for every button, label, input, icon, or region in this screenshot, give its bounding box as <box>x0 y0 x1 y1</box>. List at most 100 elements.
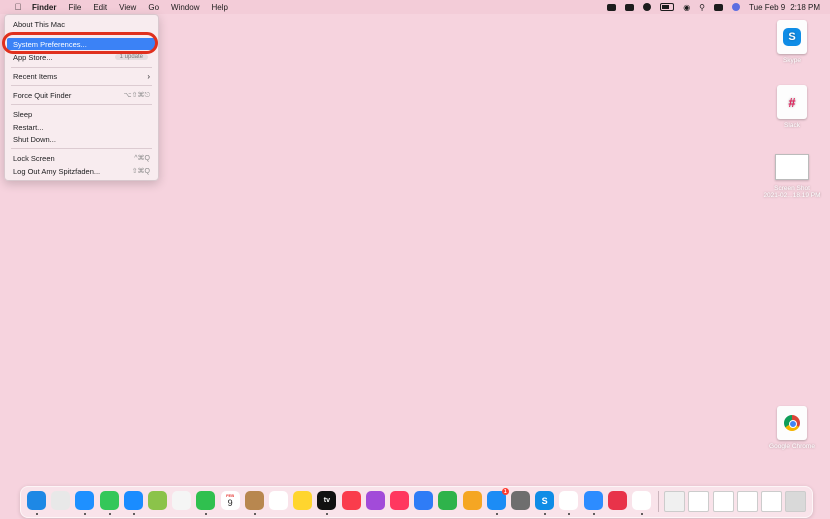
status-area: ◉ ⚲ Tue Feb 9 2:18 PM <box>598 0 820 14</box>
keynote-icon[interactable] <box>414 491 434 510</box>
menu-item-about-this-mac[interactable]: About This Mac <box>7 18 156 30</box>
menu-item-restart[interactable]: Restart... <box>7 121 156 133</box>
running-indicator <box>253 513 256 515</box>
launchpad-icon[interactable] <box>51 491 71 510</box>
pages-icon[interactable] <box>462 491 482 510</box>
annotation-highlight-ring <box>2 32 158 54</box>
photos-icon[interactable] <box>172 491 192 510</box>
shortcut-label: ⇧⌘Q <box>131 168 150 175</box>
appstore-icon[interactable]: 1 <box>486 488 509 510</box>
menu-window[interactable]: Window <box>171 3 199 12</box>
dock: FEB 9 tv 1 S <box>20 486 813 518</box>
chevron-right-icon: › <box>147 71 150 81</box>
running-indicator <box>544 513 547 515</box>
news-icon[interactable] <box>390 491 409 510</box>
maps-icon[interactable] <box>148 491 167 510</box>
menu-finder[interactable]: Finder <box>32 3 56 12</box>
menu-item-force-quit[interactable]: Force Quit Finder ⌥⇧⌘⎋ <box>7 89 156 101</box>
running-indicator <box>641 513 643 515</box>
numbers-icon[interactable] <box>438 491 458 510</box>
running-indicator <box>132 513 135 515</box>
system-preferences-icon[interactable] <box>511 491 530 510</box>
siri-icon[interactable] <box>732 3 741 11</box>
running-indicator <box>36 513 38 515</box>
menu-item-label: Log Out Amy Spitzfaden... <box>13 166 101 176</box>
battery-icon[interactable] <box>660 3 675 11</box>
downloads-icon[interactable] <box>664 491 686 512</box>
dock-divider <box>658 491 660 512</box>
menu-item-label: Recent Items <box>13 71 58 81</box>
skype-icon[interactable]: S <box>535 491 555 510</box>
desktop-icon-chrome[interactable]: Google Chrome <box>757 406 827 450</box>
appletv-label: tv <box>323 497 330 504</box>
calendar-day: 9 <box>227 498 233 508</box>
chrome-icon[interactable] <box>632 491 651 510</box>
mail-icon[interactable] <box>123 491 143 510</box>
slack-icon[interactable] <box>559 491 579 510</box>
menu-file[interactable]: File <box>68 3 81 12</box>
wifi-icon[interactable]: ◉ <box>683 3 690 12</box>
menu-item-sleep[interactable]: Sleep <box>7 108 156 120</box>
desktop-icon-skype[interactable]: S Skype <box>757 20 827 64</box>
facetime-icon[interactable] <box>196 491 216 510</box>
zoom-icon[interactable] <box>583 491 603 510</box>
running-indicator <box>108 513 111 515</box>
clock-date[interactable]: Tue Feb 9 <box>749 3 785 12</box>
menu-separator <box>11 67 152 68</box>
chrome-icon <box>777 406 807 440</box>
desktop-icon-label: Slack <box>784 122 800 129</box>
pen-icon[interactable] <box>625 3 635 11</box>
menu-item-label: About This Mac <box>13 19 65 29</box>
appletv-icon[interactable]: tv <box>317 491 337 510</box>
shortcut-label: ^⌘Q <box>134 155 150 162</box>
desktop-icon-label-line2: 2021-02...18.19 PM <box>763 192 821 199</box>
slack-icon: # <box>777 85 807 119</box>
shortcut-label: ⌥⇧⌘⎋ <box>123 91 150 99</box>
running-indicator <box>495 513 498 515</box>
menu-item-shut-down[interactable]: Shut Down... <box>7 133 156 145</box>
menu-edit[interactable]: Edit <box>93 3 107 12</box>
menu-go[interactable]: Go <box>148 3 159 12</box>
doc-thumb-icon[interactable] <box>712 491 734 512</box>
airmail-icon[interactable] <box>607 491 627 510</box>
desktop-icon-slack[interactable]: # Slack <box>757 85 827 129</box>
menu-item-label: Sleep <box>13 109 33 119</box>
doc-thumb-icon[interactable] <box>736 491 758 512</box>
running-indicator <box>568 513 571 515</box>
checkbox-icon[interactable] <box>643 3 652 11</box>
menu-item-label: Shut Down... <box>13 134 56 144</box>
finder-icon[interactable] <box>27 491 46 510</box>
apple-logo-icon[interactable]:  <box>12 2 24 12</box>
reminders-icon[interactable] <box>269 491 288 510</box>
desktop-icon-label: Skype <box>782 57 802 64</box>
update-badge: 1 update <box>114 54 148 60</box>
music-icon[interactable] <box>341 491 361 510</box>
desktop-icon-screenshot[interactable]: Screen Shot 2021-02...18.19 PM <box>757 148 827 199</box>
search-icon[interactable]: ⚲ <box>699 3 705 12</box>
clock-time[interactable]: 2:18 PM <box>790 3 820 12</box>
safari-icon[interactable] <box>75 491 95 510</box>
calendar-icon[interactable]: FEB 9 <box>220 491 240 510</box>
menu-item-label: Lock Screen <box>13 153 55 163</box>
messages-icon[interactable] <box>99 491 119 510</box>
menu-item-lock-screen[interactable]: Lock Screen ^⌘Q <box>7 152 156 164</box>
podcasts-icon[interactable] <box>365 491 385 510</box>
running-indicator <box>84 513 87 515</box>
zoom-icon[interactable] <box>607 3 617 11</box>
doc-thumb-icon[interactable] <box>688 491 710 512</box>
menu-separator <box>11 148 152 149</box>
desktop-icon-label-line1: Screen Shot <box>774 185 810 192</box>
menu-view[interactable]: View <box>119 3 136 12</box>
doc-thumb-icon[interactable] <box>761 491 782 512</box>
desktop-icon-label: Google Chrome <box>769 443 815 450</box>
menu-item-log-out[interactable]: Log Out Amy Spitzfaden... ⇧⌘Q <box>7 165 156 177</box>
contacts-icon[interactable] <box>244 491 264 510</box>
menu-help[interactable]: Help <box>211 3 227 12</box>
screenshot-file-icon <box>775 154 809 180</box>
control-center-icon[interactable] <box>714 3 724 11</box>
menu-item-recent-items[interactable]: Recent Items › <box>7 70 156 82</box>
menu-item-label: Restart... <box>13 122 44 132</box>
notes-icon[interactable] <box>293 491 313 510</box>
appstore-badge: 1 <box>501 488 509 495</box>
trash-icon[interactable] <box>785 491 807 512</box>
